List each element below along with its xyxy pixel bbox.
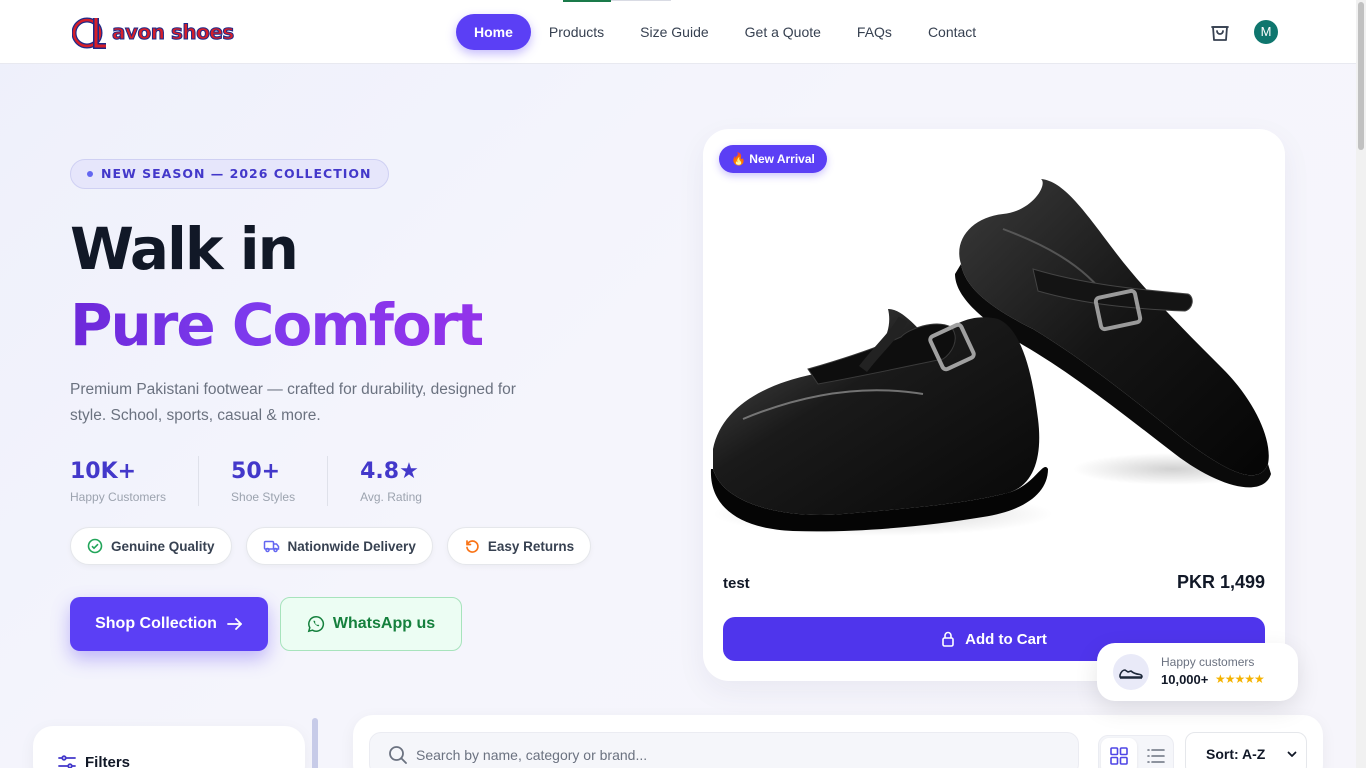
grid-icon xyxy=(1110,747,1128,765)
shoe-icon xyxy=(1119,669,1143,679)
shop-collection-button[interactable]: Shop Collection xyxy=(70,597,268,651)
cart-button[interactable] xyxy=(1208,20,1232,44)
chevron-down-icon xyxy=(1287,751,1297,757)
list-view-button[interactable] xyxy=(1139,738,1173,768)
list-icon xyxy=(1147,749,1165,763)
arrow-right-icon xyxy=(226,618,242,630)
nav-get-a-quote[interactable]: Get a Quote xyxy=(727,14,839,50)
sliders-icon xyxy=(58,755,76,768)
stat-label: Shoe Styles xyxy=(231,490,296,504)
search-box[interactable] xyxy=(369,732,1079,768)
happy-customers-count: 10,000+ xyxy=(1161,672,1209,687)
logo-text-avon: avon xyxy=(112,20,166,45)
feature-genuine-quality: Genuine Quality xyxy=(70,527,232,565)
nav-contact[interactable]: Contact xyxy=(910,14,994,50)
refresh-icon xyxy=(465,540,479,553)
product-image[interactable] xyxy=(703,169,1285,569)
happy-customers-label: Happy customers xyxy=(1161,655,1255,669)
nav-products[interactable]: Products xyxy=(531,14,622,50)
feature-label: Genuine Quality xyxy=(111,538,215,554)
hero-stats: 10K+ Happy Customers 50+ Shoe Styles 4.8… xyxy=(70,456,486,506)
season-badge-label: NEW SEASON — 2026 COLLECTION xyxy=(101,166,372,181)
search-input[interactable] xyxy=(416,733,1056,768)
hero-cta-row: Shop Collection WhatsApp us xyxy=(70,597,462,651)
badge-dot-icon xyxy=(87,171,93,177)
hero-title-line1: Walk in xyxy=(70,215,299,283)
feature-label: Nationwide Delivery xyxy=(287,538,416,554)
page-scrollbar[interactable] xyxy=(1356,0,1366,768)
main-nav: Home Products Size Guide Get a Quote FAQ… xyxy=(456,14,994,50)
filters-panel: Filters xyxy=(33,726,305,768)
logo-text-shoes: shoes xyxy=(170,20,234,45)
page-loading-bar xyxy=(563,0,611,2)
page-loading-track xyxy=(611,0,671,1)
whatsapp-icon xyxy=(307,616,324,633)
happy-icon-wrap xyxy=(1113,654,1149,690)
sort-value: Sort: A-Z xyxy=(1206,746,1266,762)
site-header: avon shoes Home Products Size Guide Get … xyxy=(0,0,1356,64)
feature-nationwide-delivery: Nationwide Delivery xyxy=(245,527,433,565)
product-price: PKR 1,499 xyxy=(1176,572,1265,592)
stat-label: Avg. Rating xyxy=(360,490,422,504)
featured-product-card[interactable]: 🔥 New Arrival test PKR 1,499 Add to Cart xyxy=(703,129,1285,681)
product-name[interactable]: test xyxy=(723,575,750,592)
feature-easy-returns: Easy Returns xyxy=(446,527,592,565)
hero-description: Premium Pakistani footwear — crafted for… xyxy=(70,381,516,424)
stat-shoe-styles: 50+ Shoe Styles xyxy=(231,456,329,506)
product-toolbar: Sort: A-Z xyxy=(353,715,1323,768)
stat-label: Happy Customers xyxy=(70,490,167,504)
rating-stars: ★★★★★ xyxy=(1215,672,1265,686)
check-circle-icon xyxy=(87,538,103,554)
page-scrollbar-thumb[interactable] xyxy=(1358,2,1364,150)
logo-mark-icon xyxy=(71,14,110,50)
shop-collection-label: Shop Collection xyxy=(95,615,217,632)
happy-customers-card: Happy customers 10,000+ ★★★★★ xyxy=(1097,643,1298,701)
front-shoe xyxy=(710,309,1048,532)
stat-avg-rating: 4.8★ Avg. Rating xyxy=(360,456,454,506)
feature-pills: Genuine Quality Nationwide Delivery Easy… xyxy=(70,527,592,565)
feature-label: Easy Returns xyxy=(487,538,575,554)
hero-title-line2: Pure Comfort xyxy=(70,291,484,359)
stat-value: 4.8★ xyxy=(360,459,419,484)
view-toggle xyxy=(1098,735,1174,768)
season-badge: NEW SEASON — 2026 COLLECTION xyxy=(70,159,389,189)
stat-value: 50+ xyxy=(231,459,281,484)
nav-size-guide[interactable]: Size Guide xyxy=(622,14,726,50)
user-avatar[interactable]: M xyxy=(1254,20,1278,44)
grid-view-button[interactable] xyxy=(1101,738,1137,768)
stat-value: 10K+ xyxy=(70,459,137,484)
nav-faqs[interactable]: FAQs xyxy=(839,14,910,50)
stat-happy-customers: 10K+ Happy Customers xyxy=(70,456,200,506)
shopping-bag-icon xyxy=(1211,26,1229,41)
whatsapp-label: WhatsApp us xyxy=(332,615,436,632)
whatsapp-button[interactable]: WhatsApp us xyxy=(280,597,462,651)
filters-title: Filters xyxy=(85,754,131,768)
lock-icon xyxy=(942,631,954,647)
filters-scrollbar[interactable] xyxy=(312,718,318,768)
sort-select[interactable]: Sort: A-Z xyxy=(1185,732,1307,768)
nav-home[interactable]: Home xyxy=(456,14,531,50)
search-icon xyxy=(389,746,407,764)
add-to-cart-label: Add to Cart xyxy=(965,630,1047,648)
logo-text: avon shoes xyxy=(112,20,235,45)
truck-icon xyxy=(263,540,279,553)
avon-shoes-logo[interactable]: avon shoes xyxy=(71,14,235,50)
